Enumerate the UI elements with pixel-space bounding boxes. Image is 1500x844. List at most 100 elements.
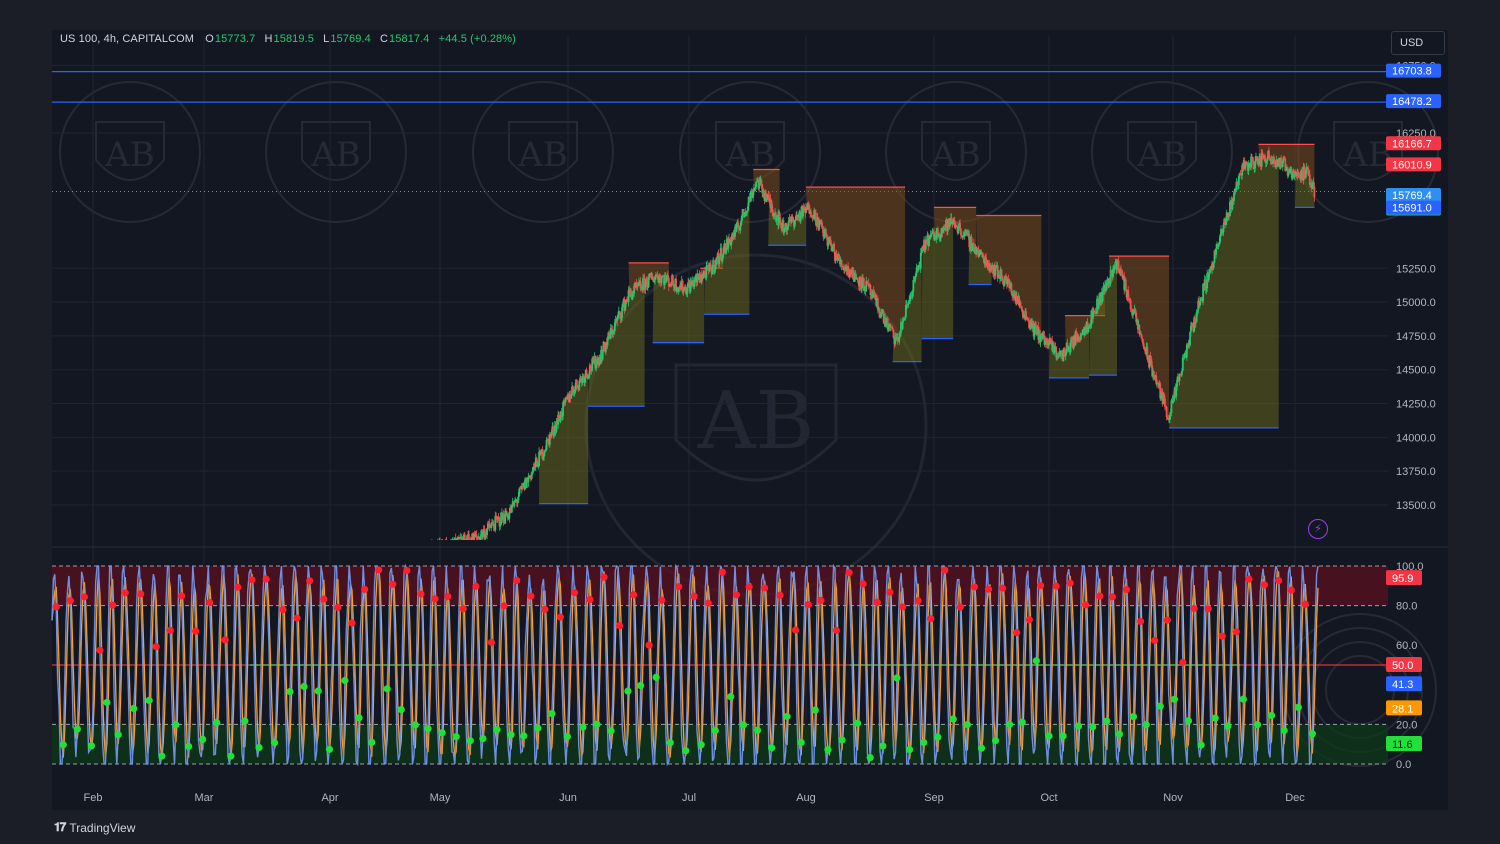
price-badge-text: 15691.0 xyxy=(1392,203,1432,215)
oscillator-badge-text: 41.3 xyxy=(1392,679,1413,691)
bolt-icon[interactable]: ⚡ xyxy=(1308,519,1328,539)
candle-body xyxy=(447,552,449,553)
candle-body xyxy=(430,544,432,555)
bearish-cross-dot xyxy=(1066,579,1074,587)
watermark-text: AB xyxy=(1136,135,1187,175)
candle-body xyxy=(441,543,443,545)
bearish-cross-dot xyxy=(859,580,867,588)
tradingview-logo[interactable]: 𝟏𝟕 TradingView xyxy=(54,820,135,835)
bearish-cross-dot xyxy=(293,614,301,622)
bearish-cross-dot xyxy=(984,585,993,593)
candle-body xyxy=(431,544,433,545)
bearish-cross-dot xyxy=(1096,592,1104,600)
bullish-cross-dot xyxy=(397,705,405,714)
bearish-cross-dot xyxy=(52,603,60,611)
bullish-cross-dot xyxy=(963,721,971,729)
candle-body xyxy=(499,524,502,527)
candle-body xyxy=(760,180,763,185)
candle-body xyxy=(1128,298,1130,300)
time-tick-label: Nov xyxy=(1163,792,1183,804)
bearish-cross-dot xyxy=(66,597,74,605)
bullish-cross-dot xyxy=(666,739,674,747)
bullish-cross-dot xyxy=(1184,717,1193,725)
bullish-cross-dot xyxy=(1089,723,1097,731)
bullish-cross-dot xyxy=(1197,741,1205,749)
bullish-cross-dot xyxy=(130,704,138,713)
bullish-cross-dot xyxy=(579,723,587,731)
candle-body xyxy=(1165,407,1168,418)
support-fill xyxy=(921,220,954,339)
bearish-cross-dot xyxy=(137,590,145,598)
bullish-cross-dot xyxy=(452,733,460,741)
bullish-cross-dot xyxy=(1224,722,1232,730)
price-tick-label: 13500.0 xyxy=(1396,500,1436,512)
candle-body xyxy=(1132,313,1134,316)
bullish-cross-dot xyxy=(949,715,957,723)
time-tick-label: Dec xyxy=(1285,792,1305,804)
bullish-cross-dot xyxy=(768,744,776,752)
price-axis: 13500.0 13750.0 14000.0 14250.0 14500.0 14750… xyxy=(1386,60,1441,512)
bearish-cross-dot xyxy=(1025,616,1033,624)
bearish-cross-dot xyxy=(500,602,508,610)
currency-button[interactable]: USD xyxy=(1391,31,1445,55)
candle-body xyxy=(779,217,782,223)
oscillator-tick-label: 80.0 xyxy=(1396,601,1417,613)
price-badge-text: 16010.9 xyxy=(1392,159,1432,171)
watermark-text: AB xyxy=(310,135,361,175)
candle-body xyxy=(475,534,478,537)
bearish-cross-dot xyxy=(348,619,356,627)
oscillator-badge-text: 28.1 xyxy=(1392,703,1413,715)
bearish-cross-dot xyxy=(556,613,564,621)
candle-body xyxy=(682,290,685,293)
bearish-cross-dot xyxy=(1151,636,1159,645)
time-tick-label: Sep xyxy=(924,792,944,804)
candle-body xyxy=(1300,171,1303,180)
bullish-cross-dot xyxy=(1103,717,1111,725)
price-tick-label: 13750.0 xyxy=(1396,466,1436,478)
candle-body xyxy=(1266,158,1269,161)
bearish-cross-dot xyxy=(658,596,666,604)
candle-body xyxy=(1124,279,1127,290)
candle-body xyxy=(859,276,862,289)
candle-body xyxy=(1140,335,1143,339)
candle-body xyxy=(444,544,446,546)
candle-body xyxy=(435,553,437,554)
time-tick-label: May xyxy=(430,792,451,804)
candle-body xyxy=(444,539,447,540)
bearish-cross-dot xyxy=(206,598,214,607)
candle-body xyxy=(437,543,439,546)
bullish-cross-dot xyxy=(977,744,986,752)
candle-body xyxy=(435,544,437,553)
bullish-cross-dot xyxy=(325,745,334,753)
price-badge-text: 15769.4 xyxy=(1392,190,1432,202)
bullish-cross-dot xyxy=(1005,720,1014,729)
bullish-cross-dot xyxy=(866,753,874,762)
bullish-cross-dot xyxy=(783,712,791,721)
oscillator-tick-label: 0.0 xyxy=(1396,759,1411,771)
bearish-cross-dot xyxy=(898,603,907,611)
candle-body xyxy=(434,544,436,554)
bullish-cross-dot xyxy=(355,714,363,722)
candle-body xyxy=(1057,356,1060,358)
bearish-cross-dot xyxy=(1260,581,1269,589)
oscillator-badge-mid: 50.0 xyxy=(1386,657,1422,672)
candle-body xyxy=(1194,322,1197,324)
bearish-cross-dot xyxy=(1232,628,1240,636)
candle-body xyxy=(815,212,817,225)
symbol-label: US 100, 4h, CAPITALCOM xyxy=(60,33,195,45)
candle-body xyxy=(447,552,449,553)
bullish-cross-dot xyxy=(838,736,846,744)
change-value: +44.5 (+0.28%) xyxy=(438,33,516,45)
candle-body xyxy=(470,541,472,545)
chart-svg[interactable]: AB AB AB AB AB AB ABAB13500.013750.014000.0142… xyxy=(0,0,1500,844)
price-badge-text: 16166.7 xyxy=(1392,138,1432,150)
bearish-cross-dot xyxy=(1082,601,1090,609)
low-value: 15769.4 xyxy=(330,33,371,45)
bearish-cross-dot xyxy=(248,576,256,584)
bullish-cross-dot xyxy=(753,726,762,734)
bullish-cross-dot xyxy=(1253,721,1262,729)
price-tick-label: 14500.0 xyxy=(1396,365,1436,377)
bullish-cross-dot xyxy=(1059,732,1067,740)
support-fill xyxy=(1169,155,1279,428)
candle-body xyxy=(436,544,438,546)
